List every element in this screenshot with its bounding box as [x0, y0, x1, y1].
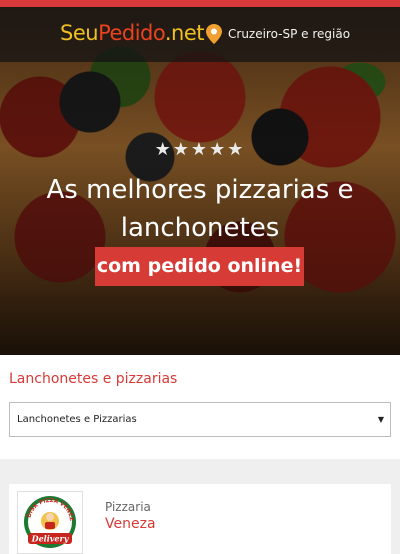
hero-banner: SeuPedido.net Cruzeiro-SP e região ★★★★★…: [0, 7, 400, 355]
category-select[interactable]: Lanchonetes e Pizzarias ▼: [9, 402, 391, 437]
headline-line-1: As melhores pizzarias e: [46, 175, 354, 205]
location-label: Cruzeiro-SP e região: [228, 27, 351, 41]
headline-line-2: lanchonetes: [120, 213, 280, 243]
pizza-veneza-logo-icon: DISK PIZZA VENEZA Delivery: [16, 488, 76, 548]
logo-delivery-text: Delivery: [31, 534, 70, 544]
restaurant-name[interactable]: Veneza: [105, 516, 156, 532]
rating-stars: ★★★★★: [154, 139, 246, 160]
site-header: SeuPedido.net Cruzeiro-SP e região: [0, 7, 400, 62]
location-pin-icon: [206, 24, 222, 44]
restaurant-card[interactable]: DISK PIZZA VENEZA Delivery Pizzaria Vene…: [9, 484, 391, 554]
restaurant-logo[interactable]: DISK PIZZA VENEZA Delivery: [16, 488, 83, 554]
logo-part-net: .net: [164, 21, 205, 45]
top-accent-bar: [0, 0, 400, 7]
dropdown-arrow-icon: ▼: [377, 415, 384, 424]
site-logo[interactable]: SeuPedido.net: [60, 21, 205, 45]
section-title: Lanchonetes e pizzarias: [9, 371, 178, 387]
logo-part-pedido: Pedido: [98, 21, 165, 45]
restaurant-type: Pizzaria: [105, 500, 151, 514]
category-select-value: Lanchonetes e Pizzarias: [17, 414, 137, 425]
location-selector[interactable]: Cruzeiro-SP e região: [206, 24, 350, 44]
order-online-banner[interactable]: com pedido online!: [95, 247, 304, 286]
logo-part-seu: Seu: [60, 21, 99, 45]
category-filter-card: Lanchonetes e pizzarias Lanchonetes e Pi…: [0, 355, 400, 459]
hero-headline: As melhores pizzarias e lanchonetes: [0, 171, 400, 247]
